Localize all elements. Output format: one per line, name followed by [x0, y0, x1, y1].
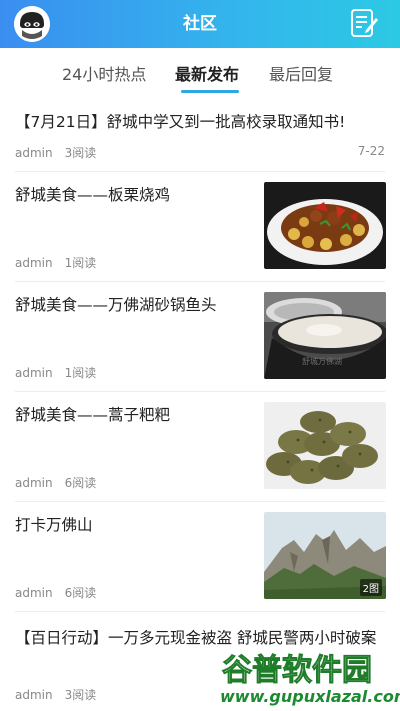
- article-meta: admin 1阅读: [15, 364, 96, 381]
- article-meta: admin 3阅读: [15, 144, 96, 161]
- tab-latest[interactable]: 最新发布: [175, 61, 239, 85]
- site-watermark: 谷普软件园 www.gupuxlazal.com: [214, 645, 400, 711]
- article-meta: admin 6阅读: [15, 474, 96, 491]
- article-author: admin: [15, 146, 53, 160]
- article-title: 打卡万佛山: [15, 516, 93, 534]
- article-author: admin: [15, 366, 53, 380]
- article-thumbnail[interactable]: [264, 402, 386, 489]
- article-reads: 1阅读: [64, 366, 97, 380]
- list-item[interactable]: 舒城美食——万佛湖砂锅鱼头 admin 1阅读 舒城万佛湖: [0, 282, 400, 392]
- app-header: 社区: [0, 0, 400, 48]
- article-meta: admin 3阅读: [15, 686, 96, 703]
- image-count-badge: 2图: [359, 579, 382, 596]
- article-reads: 3阅读: [64, 688, 97, 702]
- article-author: admin: [15, 688, 53, 702]
- svg-text:舒城万佛湖: 舒城万佛湖: [302, 356, 342, 366]
- tab-last-reply[interactable]: 最后回复: [269, 61, 333, 85]
- article-meta: admin 1阅读: [15, 254, 96, 271]
- article-reads: 1阅读: [64, 256, 97, 270]
- article-meta: admin 6阅读: [15, 584, 96, 601]
- article-title: 舒城美食——蒿子粑粑: [15, 406, 171, 424]
- list-item[interactable]: 【7月21日】舒城中学又到一批高校录取通知书! admin 3阅读 7-22: [0, 100, 400, 172]
- article-reads: 6阅读: [64, 476, 97, 490]
- article-title: 舒城美食——板栗烧鸡: [15, 186, 171, 204]
- watermark-name: 谷普软件园: [222, 653, 373, 689]
- list-item[interactable]: 舒城美食——蒿子粑粑 admin 6阅读: [0, 392, 400, 502]
- active-tab-indicator: [181, 90, 239, 93]
- list-item[interactable]: 打卡万佛山 admin 6阅读 2图: [0, 502, 400, 612]
- article-reads: 6阅读: [64, 586, 97, 600]
- article-author: admin: [15, 256, 53, 270]
- article-date: 7-22: [357, 144, 385, 158]
- article-author: admin: [15, 476, 53, 490]
- article-author: admin: [15, 586, 53, 600]
- edit-note-icon[interactable]: [350, 8, 380, 40]
- tab-24h-hot[interactable]: 24小时热点: [62, 61, 146, 85]
- watermark-url: www.gupuxlazal.com: [220, 687, 400, 706]
- article-thumbnail[interactable]: 2图: [264, 512, 386, 599]
- article-title: 舒城美食——万佛湖砂锅鱼头: [15, 296, 217, 314]
- page-title: 社区: [183, 14, 217, 34]
- article-thumbnail[interactable]: [264, 182, 386, 269]
- article-title: 【7月21日】舒城中学又到一批高校录取通知书!: [15, 113, 346, 131]
- list-item[interactable]: 舒城美食——板栗烧鸡 admin 1阅读: [0, 172, 400, 282]
- article-thumbnail[interactable]: 舒城万佛湖: [264, 292, 386, 379]
- article-reads: 3阅读: [64, 146, 97, 160]
